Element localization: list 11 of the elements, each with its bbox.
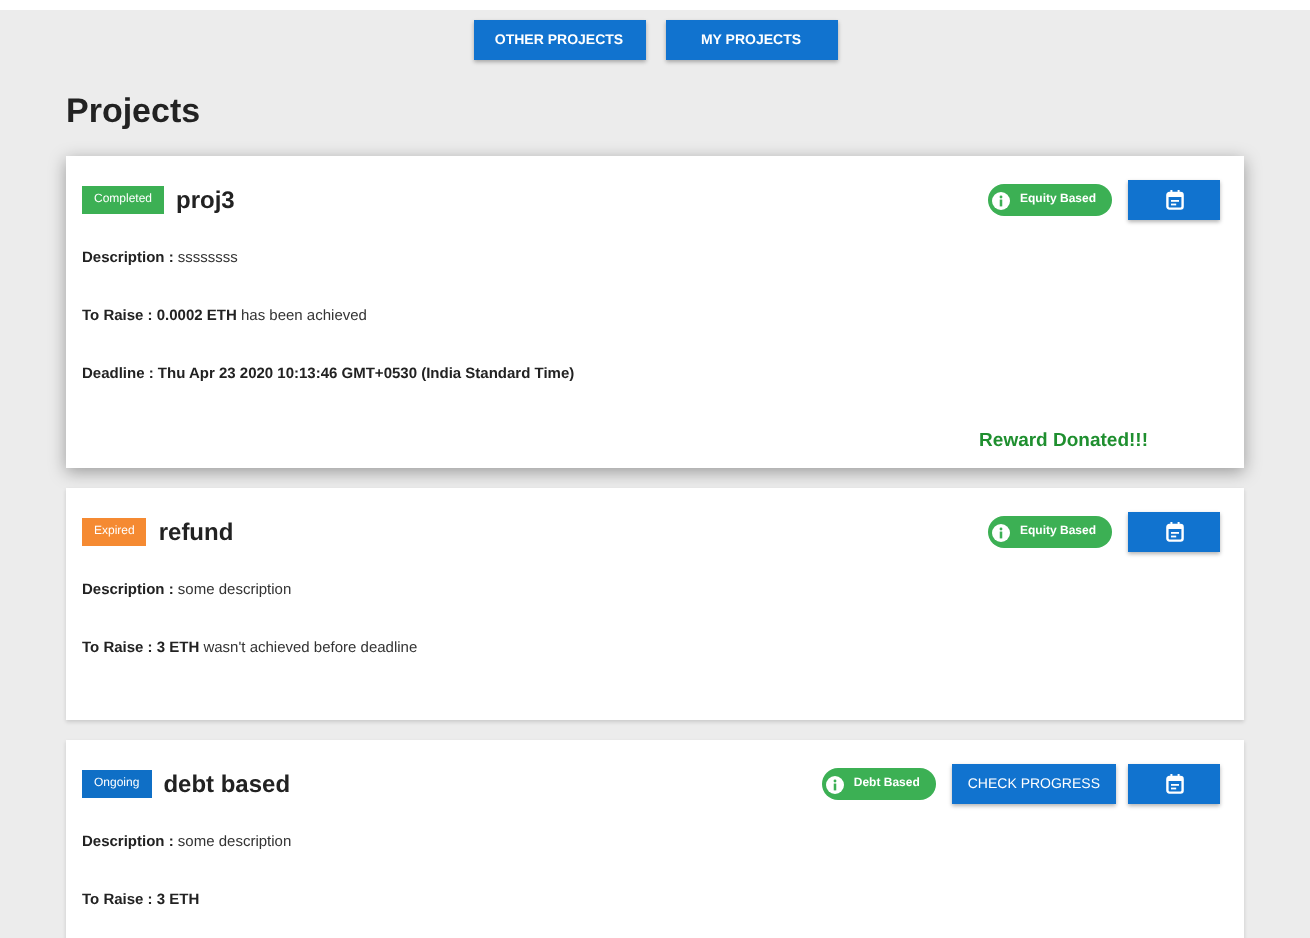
reward-message: Reward Donated!!! <box>979 430 1148 452</box>
project-name: debt based <box>163 770 293 798</box>
page-title: Projects <box>66 92 203 132</box>
calendar-button[interactable] <box>1128 512 1220 552</box>
calendar-button[interactable] <box>1128 180 1220 220</box>
calendar-button[interactable] <box>1128 764 1220 804</box>
project-name: refund <box>158 518 236 546</box>
calendar-icon <box>1165 522 1183 542</box>
calendar-icon <box>1165 190 1183 210</box>
calendar-icon <box>1165 774 1183 794</box>
project-name: proj3 <box>176 186 237 214</box>
